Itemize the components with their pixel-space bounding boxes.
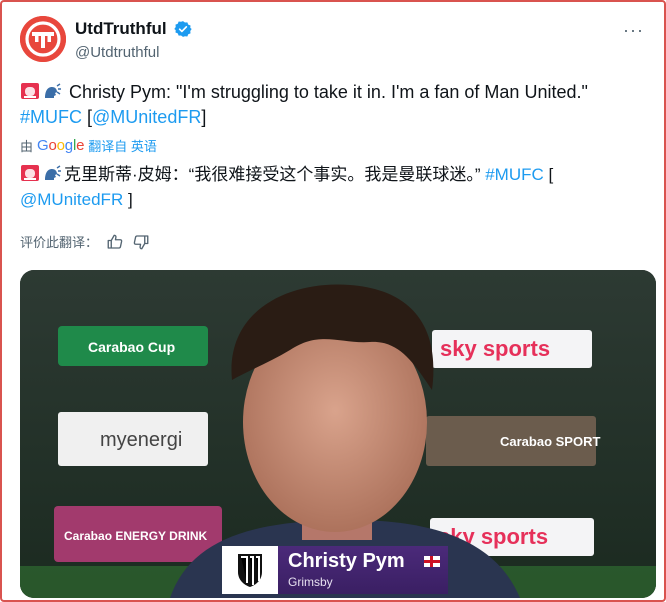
siren-emoji-icon <box>21 83 39 99</box>
lower-third-club: Grimsby <box>288 575 333 589</box>
tweet-quote: Christy Pym: "I'm struggling to take it … <box>69 82 588 102</box>
display-name[interactable]: UtdTruthful <box>75 19 167 39</box>
speaking-head-emoji-icon <box>45 83 61 98</box>
lower-third-name-box: Christy Pym Grimsby <box>278 546 448 594</box>
hashtag-link[interactable]: #MUFC <box>20 107 82 127</box>
google-logo: Google <box>37 137 85 154</box>
translated-by-label: 由 <box>20 139 34 154</box>
avatar[interactable] <box>20 16 66 62</box>
lower-third-name: Christy Pym <box>288 550 405 572</box>
rate-translation-label: 评价此翻译： <box>20 235 99 250</box>
author-block: UtdTruthful @Utdtruthful <box>75 19 192 61</box>
ad-text-myenergi: myenergi <box>100 429 182 451</box>
verified-badge-icon <box>174 21 192 37</box>
translated-bracket-close: ] <box>127 190 133 209</box>
translated-bracket-open: [ <box>548 165 554 184</box>
mention-bracket-close: ] <box>201 107 207 127</box>
rate-translation: 评价此翻译： <box>20 232 150 251</box>
grimsby-crest-icon <box>222 546 278 594</box>
ad-text-carabao-cup: Carabao Cup <box>88 339 175 355</box>
translated-quote: 克里斯蒂·皮姆：“我很难接受这个事实。我是曼联球迷。” <box>64 165 481 184</box>
mention-link[interactable]: @MUnitedFR <box>92 107 201 127</box>
translated-from-link[interactable]: 翻译自 英语 <box>88 136 157 155</box>
thumbs-up-icon[interactable] <box>106 233 124 251</box>
translation-attribution: 由 Google 翻译自 英语 <box>20 136 157 155</box>
thumbs-down-icon[interactable] <box>132 233 150 251</box>
speaking-head-emoji-icon <box>45 165 61 180</box>
handle[interactable]: @Utdtruthful <box>75 44 192 61</box>
translated-hashtag-link[interactable]: #MUFC <box>485 165 544 184</box>
tv-lower-third: Christy Pym Grimsby <box>222 546 448 594</box>
tweet-text: Christy Pym: "I'm struggling to take it … <box>20 80 650 130</box>
ad-text-carabao-energy: Carabao ENERGY DRINK <box>64 529 207 543</box>
translated-mention-link[interactable]: @MUnitedFR <box>20 190 123 209</box>
tweet-header: UtdTruthful @Utdtruthful ··· <box>20 16 646 68</box>
more-options-icon[interactable]: ··· <box>623 20 644 41</box>
utd-logo-icon <box>20 16 66 62</box>
england-flag-icon <box>424 556 440 567</box>
siren-emoji-icon <box>21 165 39 181</box>
translated-text: 克里斯蒂·皮姆：“我很难接受这个事实。我是曼联球迷。” #MUFC [ @MUn… <box>20 162 650 212</box>
ad-text-sky-sports-top: sky sports <box>440 336 550 361</box>
tweet-media-image[interactable]: Carabao Cup sky sports myenergi Carabao … <box>20 270 656 598</box>
ad-text-carabao-sport: Carabao SPORT <box>500 434 600 449</box>
